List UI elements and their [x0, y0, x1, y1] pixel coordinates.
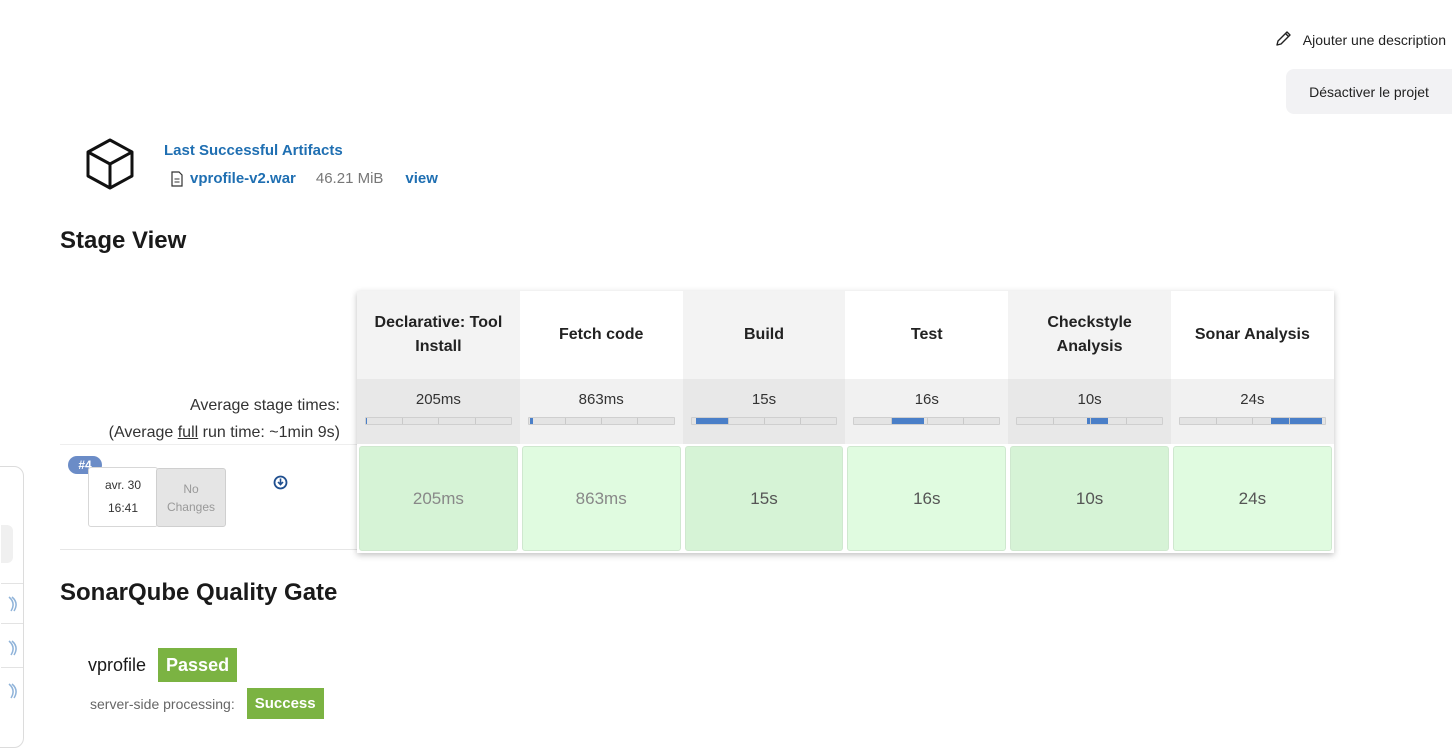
- bar-tick: [637, 418, 639, 424]
- stage-average: 24s: [1170, 379, 1334, 444]
- download-logs-icon[interactable]: [273, 475, 288, 490]
- stage-duration-fill: [1271, 418, 1322, 424]
- stage-run-cell[interactable]: 863ms: [521, 446, 681, 551]
- stage-average: 10s: [1008, 379, 1171, 444]
- signal-icon: [7, 595, 19, 613]
- bar-tick: [438, 418, 440, 424]
- bar-tick: [800, 418, 802, 424]
- stage-run-cell[interactable]: 205ms: [359, 446, 518, 551]
- add-description-label: Ajouter une description: [1302, 32, 1446, 48]
- stage-header: Test: [845, 291, 1009, 379]
- bar-tick: [1288, 418, 1290, 424]
- stage-header: Sonar Analysis: [1170, 291, 1334, 379]
- bar-tick: [763, 418, 765, 424]
- disable-project-button[interactable]: Désactiver le projet: [1286, 69, 1452, 114]
- package-icon: [84, 137, 136, 191]
- server-side-processing-status: Success: [246, 688, 324, 719]
- bar-tick: [926, 418, 928, 424]
- stage-run-cell[interactable]: 10s: [1010, 446, 1169, 551]
- stage-header: Checkstyle Analysis: [1008, 291, 1171, 379]
- build-date: avr. 30 16:41: [88, 467, 158, 527]
- stage-duration-bar: [1178, 417, 1326, 425]
- quality-gate-row: vprofile Passed: [88, 648, 238, 682]
- bar-tick: [601, 418, 603, 424]
- stage-average-time: 24s: [1240, 391, 1265, 408]
- stage-average-time: 16s: [914, 391, 939, 408]
- bar-tick: [1089, 418, 1091, 424]
- stage-average-row: 205ms 863ms 15s 16s 10s 24s: [357, 379, 1334, 444]
- stage-view-table: Declarative: Tool Install Fetch code Build…: [357, 291, 1334, 553]
- file-icon: [170, 170, 184, 187]
- bar-tick: [564, 418, 566, 424]
- bar-tick: [1053, 418, 1055, 424]
- no-changes-box: No Changes: [156, 468, 226, 527]
- signal-icon: [7, 682, 19, 700]
- build-history-panel: [0, 466, 24, 748]
- quality-gate-status-badge: Passed: [158, 648, 238, 682]
- stage-average-time: 15s: [751, 391, 777, 408]
- quality-gate-project[interactable]: vprofile: [88, 655, 146, 676]
- stage-duration-fill: [695, 418, 728, 424]
- divider: [1, 667, 23, 668]
- stage-average-time: 863ms: [578, 391, 624, 408]
- stage-run-row: 205ms 863ms 15s 16s 10s 24s: [357, 444, 1334, 553]
- divider: [1, 583, 23, 584]
- stage-average: 205ms: [357, 379, 520, 444]
- bar-tick: [402, 418, 404, 424]
- divider: [1, 623, 23, 624]
- stage-run-cell[interactable]: 15s: [684, 446, 844, 551]
- artifact-view-link[interactable]: view: [405, 170, 438, 187]
- stage-duration-bar: [365, 417, 512, 425]
- stage-header: Declarative: Tool Install: [357, 291, 520, 379]
- add-description-link[interactable]: Ajouter une description: [1273, 29, 1446, 51]
- stage-duration-bar: [690, 417, 838, 425]
- stage-run-cell[interactable]: 16s: [847, 446, 1007, 551]
- bar-tick: [474, 418, 476, 424]
- stage-average: 16s: [845, 379, 1009, 444]
- server-side-processing-row: server-side processing: Success: [90, 688, 324, 719]
- stage-average: 15s: [682, 379, 846, 444]
- stage-duration-bar: [527, 417, 675, 425]
- artifact-file-size: 46.21 MiB: [315, 170, 384, 187]
- artifact-entry: vprofile-v2.war 46.21 MiB view: [170, 170, 438, 187]
- stage-header-row: Declarative: Tool Install Fetch code Build…: [357, 291, 1334, 379]
- pencil-icon: [1273, 29, 1293, 52]
- average-stage-times-label: Average stage times: (Average full run t…: [108, 397, 340, 441]
- stage-duration-fill: [530, 418, 534, 424]
- stage-duration-bar: [853, 417, 1001, 425]
- bar-tick: [727, 418, 729, 424]
- stage-duration-bar: [1016, 417, 1163, 425]
- stage-view-title: Stage View: [60, 227, 187, 254]
- build-history-search[interactable]: [1, 525, 13, 563]
- bar-tick: [1252, 418, 1254, 424]
- last-successful-artifacts-link[interactable]: Last Successful Artifacts: [164, 142, 343, 159]
- stage-average-time: 10s: [1077, 391, 1102, 408]
- stage-duration-fill: [366, 418, 368, 424]
- server-side-processing-label: server-side processing:: [90, 695, 235, 712]
- stage-header: Fetch code: [519, 291, 683, 379]
- stage-run-cell[interactable]: 24s: [1172, 446, 1332, 551]
- artifact-file-link[interactable]: vprofile-v2.war: [190, 170, 296, 187]
- stage-average: 863ms: [519, 379, 683, 444]
- stage-duration-fill: [890, 418, 924, 424]
- bar-tick: [890, 418, 892, 424]
- full-run-link[interactable]: full: [178, 424, 198, 441]
- stage-average-time: 205ms: [415, 391, 461, 408]
- bar-tick: [1125, 418, 1127, 424]
- stage-header: Build: [682, 291, 846, 379]
- bar-tick: [962, 418, 964, 424]
- signal-icon: [7, 639, 19, 657]
- sonarqube-title: SonarQube Quality Gate: [60, 579, 338, 606]
- bar-tick: [1216, 418, 1218, 424]
